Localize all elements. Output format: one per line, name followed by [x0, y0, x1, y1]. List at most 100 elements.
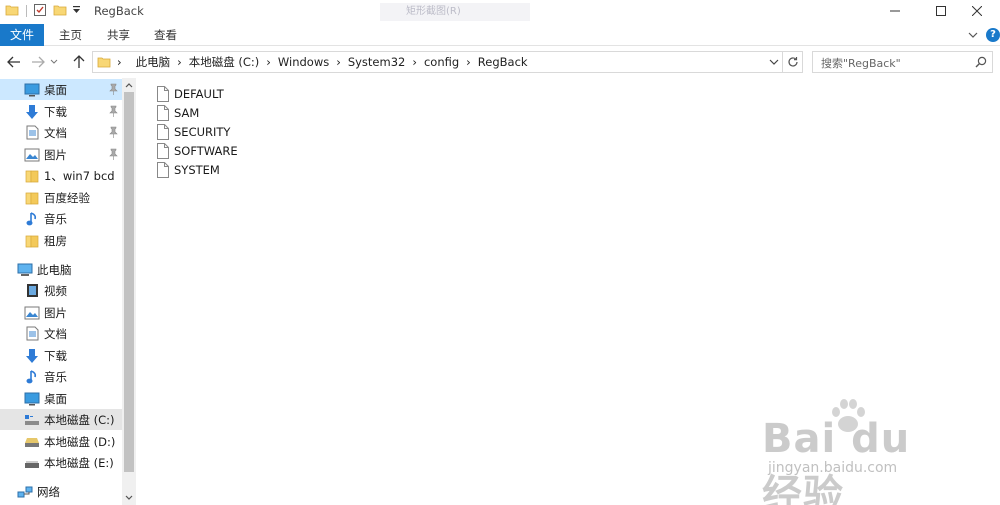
- tab-file[interactable]: 文件: [0, 24, 44, 46]
- tab-view[interactable]: 查看: [154, 24, 177, 46]
- pin-icon[interactable]: [109, 126, 118, 141]
- tab-home[interactable]: 主页: [59, 24, 82, 46]
- watermark-url: jingyan.baidu.com: [768, 460, 898, 476]
- crumb-system32[interactable]: System32: [348, 55, 406, 69]
- refresh-button[interactable]: [783, 51, 803, 73]
- download-icon: [24, 104, 40, 120]
- scrollbar-thumb[interactable]: [124, 92, 134, 472]
- crumb-separator-icon[interactable]: ›: [117, 55, 122, 69]
- crumb-separator-icon[interactable]: ›: [266, 55, 271, 69]
- forward-button[interactable]: [28, 52, 48, 72]
- snip-hint: 矩形截图(R): [380, 3, 530, 21]
- list-item[interactable]: SOFTWARE: [156, 141, 238, 160]
- sidebar-item-label: 下载: [44, 348, 67, 363]
- sidebar-item-label: 音乐: [44, 211, 67, 226]
- list-item[interactable]: DEFAULT: [156, 84, 224, 103]
- back-button[interactable]: [4, 52, 24, 72]
- sidebar-item-pictures[interactable]: 图片: [0, 144, 122, 165]
- sidebar-item-label: 此电脑: [37, 262, 72, 277]
- folder-icon: [24, 190, 40, 206]
- sidebar-item-label: 文档: [44, 326, 67, 341]
- download-icon: [24, 348, 40, 364]
- music-icon: [24, 369, 40, 385]
- search-input[interactable]: 搜索"RegBack": [821, 55, 901, 71]
- address-dropdown-icon[interactable]: [769, 57, 779, 70]
- picture-icon: [24, 147, 40, 163]
- drive-icon: [24, 434, 40, 450]
- expand-ribbon-icon[interactable]: [968, 28, 978, 45]
- pin-icon[interactable]: [109, 83, 118, 98]
- sidebar-item-network[interactable]: 网络: [0, 481, 122, 502]
- sidebar-item-desktop[interactable]: 桌面: [0, 79, 122, 100]
- crumb-this-pc[interactable]: 此电脑: [136, 54, 171, 70]
- folder-icon: [5, 3, 19, 20]
- search-box[interactable]: 搜索"RegBack": [812, 51, 993, 73]
- scroll-up-icon[interactable]: [122, 78, 136, 92]
- ribbon-tabs: 文件 主页 共享 查看 ?: [0, 24, 1000, 46]
- crumb-separator-icon[interactable]: ›: [336, 55, 341, 69]
- sidebar-item-drive-e[interactable]: 本地磁盘 (E:): [0, 452, 122, 473]
- search-icon[interactable]: [975, 56, 987, 71]
- crumb-windows[interactable]: Windows: [278, 55, 329, 69]
- sidebar-item-label: 图片: [44, 147, 67, 162]
- sidebar-item-documents[interactable]: 文档: [0, 122, 122, 143]
- list-item[interactable]: SECURITY: [156, 122, 230, 141]
- crumb-regback[interactable]: RegBack: [478, 55, 528, 69]
- file-icon: [157, 85, 169, 102]
- sidebar-item-win7-bcd[interactable]: 1、win7 bcd: [0, 165, 122, 186]
- sidebar-item-label: 图片: [44, 305, 67, 320]
- help-icon[interactable]: ?: [986, 28, 1000, 42]
- network-icon: [17, 484, 33, 500]
- desktop-icon: [24, 82, 40, 98]
- file-name: SOFTWARE: [174, 143, 238, 158]
- folder-icon: [24, 233, 40, 249]
- sidebar-item-pc-pictures[interactable]: 图片: [0, 302, 122, 323]
- crumb-separator-icon[interactable]: ›: [177, 55, 182, 69]
- window-title: RegBack: [94, 4, 144, 18]
- sidebar-item-pc-downloads[interactable]: 下载: [0, 345, 122, 366]
- sidebar-item-label: 文档: [44, 125, 67, 140]
- sidebar-scrollbar[interactable]: [122, 78, 136, 505]
- baidu-watermark: Bai du 经验 jingyan.baidu.com: [762, 398, 962, 505]
- crumb-separator-icon[interactable]: ›: [466, 55, 471, 69]
- new-folder-icon[interactable]: [53, 3, 67, 20]
- folder-icon: [24, 168, 40, 184]
- crumb-config[interactable]: config: [424, 55, 459, 69]
- title-bar: RegBack 矩形截图(R): [0, 0, 1000, 22]
- up-button[interactable]: [69, 52, 89, 72]
- crumb-separator-icon[interactable]: ›: [412, 55, 417, 69]
- pin-icon[interactable]: [109, 148, 118, 163]
- sidebar-item-label: 下载: [44, 104, 67, 119]
- sidebar-item-label: 视频: [44, 283, 67, 298]
- sidebar-item-videos[interactable]: 视频: [0, 280, 122, 301]
- scroll-down-icon[interactable]: [122, 491, 136, 505]
- video-icon: [24, 283, 40, 299]
- minimize-button[interactable]: [872, 0, 918, 22]
- file-icon: [157, 104, 169, 121]
- address-bar[interactable]: › 此电脑 › 本地磁盘 (C:) › Windows › System32 ›…: [92, 51, 783, 73]
- sidebar-item-pc-desktop[interactable]: 桌面: [0, 388, 122, 409]
- sidebar-item-drive-c[interactable]: 本地磁盘 (C:): [0, 409, 122, 430]
- sidebar-item-zufang[interactable]: 租房: [0, 230, 122, 251]
- sidebar-item-drive-d[interactable]: 本地磁盘 (D:): [0, 431, 122, 452]
- file-name: SECURITY: [174, 124, 231, 139]
- customize-toolbar-icon[interactable]: [72, 5, 81, 18]
- tab-share[interactable]: 共享: [107, 24, 130, 46]
- sidebar-item-this-pc[interactable]: 此电脑: [0, 259, 122, 280]
- recent-locations-button[interactable]: [48, 52, 60, 72]
- navigation-pane: 桌面 下载 文档 图片 1、win7 bcd 百度经验 音乐 租房 此电脑 视频…: [0, 78, 136, 505]
- properties-icon[interactable]: [33, 3, 47, 20]
- sidebar-item-downloads[interactable]: 下载: [0, 101, 122, 122]
- file-name: DEFAULT: [174, 86, 224, 101]
- sidebar-item-baidu-jingyan[interactable]: 百度经验: [0, 187, 122, 208]
- crumb-local-disk-c[interactable]: 本地磁盘 (C:): [189, 54, 260, 70]
- list-item[interactable]: SYSTEM: [156, 160, 220, 179]
- desktop-icon: [24, 391, 40, 407]
- pin-icon[interactable]: [109, 105, 118, 120]
- sidebar-item-music[interactable]: 音乐: [0, 208, 122, 229]
- list-item[interactable]: SAM: [156, 103, 199, 122]
- close-button[interactable]: [954, 0, 1000, 22]
- sidebar-item-pc-documents[interactable]: 文档: [0, 323, 122, 344]
- sidebar-item-pc-music[interactable]: 音乐: [0, 366, 122, 387]
- drive-c-icon: [24, 412, 40, 428]
